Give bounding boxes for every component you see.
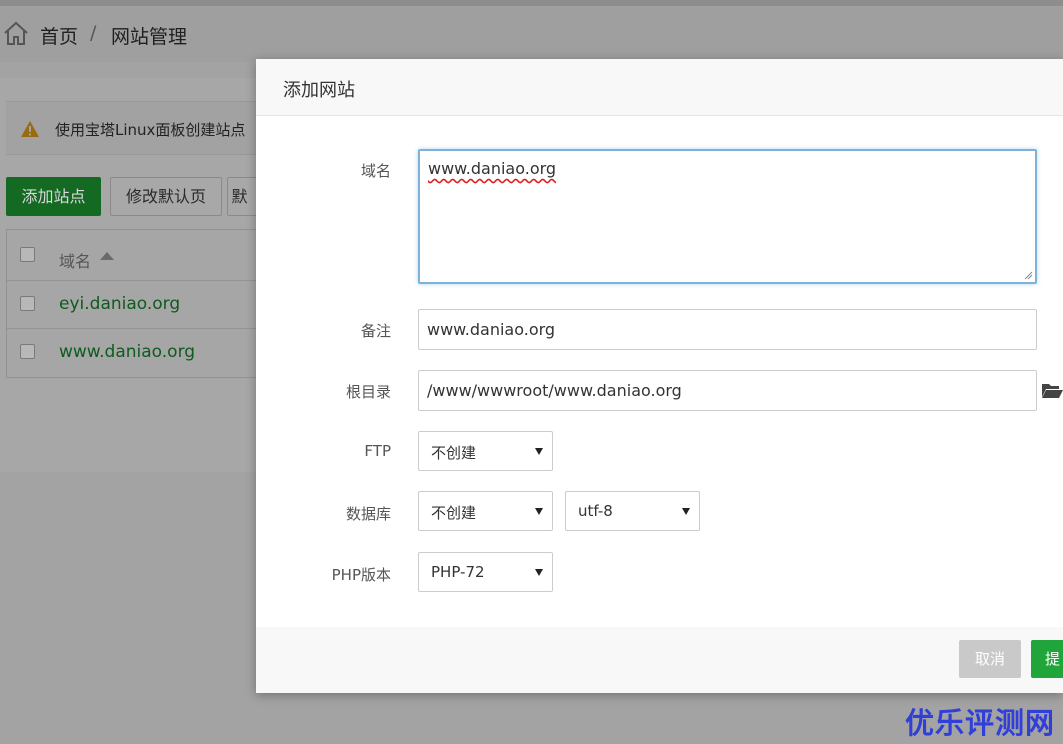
charset-select-value: utf-8: [578, 502, 613, 520]
folder-open-icon[interactable]: [1041, 381, 1063, 399]
dialog-title: 添加网站: [283, 80, 355, 101]
dialog-footer: [256, 627, 1063, 693]
default-site-button[interactable]: 默: [227, 177, 258, 216]
table-header-row: 域名: [7, 230, 261, 280]
watermark-text: 优乐评测网: [905, 706, 1056, 740]
chevron-down-icon: [682, 508, 690, 515]
table-row: www.daniao.org: [7, 328, 261, 377]
home-icon[interactable]: [3, 20, 29, 46]
row-checkbox[interactable]: [20, 344, 35, 359]
table-row: eyi.daniao.org: [7, 280, 261, 328]
sort-asc-icon[interactable]: [100, 252, 114, 260]
add-site-dialog: 添加网站 域名 www.daniao.org 备注 www.daniao.org…: [256, 59, 1063, 693]
domain-textarea-value: www.daniao.org: [428, 159, 557, 178]
site-table: 域名 eyi.daniao.org www.daniao.org: [6, 229, 262, 378]
chevron-down-icon: [535, 448, 543, 455]
root-dir-input[interactable]: /www/wwwroot/www.daniao.org: [418, 370, 1037, 411]
select-all-checkbox[interactable]: [20, 247, 35, 262]
php-version-label: PHP版本: [331, 566, 391, 584]
remark-input[interactable]: www.daniao.org: [418, 309, 1037, 350]
php-version-select[interactable]: PHP-72: [418, 552, 553, 592]
breadcrumb-home[interactable]: 首页: [40, 22, 78, 49]
database-label: 数据库: [345, 505, 391, 523]
breadcrumb-separator: /: [90, 22, 97, 44]
ftp-select[interactable]: 不创建: [418, 431, 553, 471]
add-site-button[interactable]: 添加站点: [6, 177, 101, 216]
domain-column-header[interactable]: 域名: [59, 248, 91, 272]
alert-text: 使用宝塔Linux面板创建站点: [55, 121, 246, 139]
site-link[interactable]: www.daniao.org: [59, 342, 195, 362]
warning-icon: [21, 121, 39, 137]
remark-input-value: www.daniao.org: [427, 320, 556, 339]
resize-handle-icon[interactable]: [1024, 271, 1033, 280]
charset-select[interactable]: utf-8: [565, 491, 700, 531]
domain-label: 域名: [360, 162, 391, 180]
database-select[interactable]: 不创建: [418, 491, 553, 531]
database-select-value: 不创建: [431, 504, 477, 522]
php-version-select-value: PHP-72: [431, 563, 485, 581]
row-checkbox[interactable]: [20, 296, 35, 311]
ftp-select-value: 不创建: [431, 444, 477, 462]
chevron-down-icon: [535, 569, 543, 576]
ftp-label: FTP: [364, 442, 391, 460]
root-dir-input-value: /www/wwwroot/www.daniao.org: [427, 381, 682, 400]
domain-textarea[interactable]: www.daniao.org: [418, 149, 1037, 284]
edit-default-page-button[interactable]: 修改默认页: [110, 177, 222, 216]
chevron-down-icon: [535, 508, 543, 515]
site-link[interactable]: eyi.daniao.org: [59, 294, 180, 314]
remark-label: 备注: [360, 322, 391, 340]
submit-button[interactable]: 提: [1031, 640, 1063, 678]
cancel-button[interactable]: 取消: [959, 640, 1021, 678]
root-dir-label: 根目录: [345, 383, 391, 401]
dialog-header: 添加网站: [256, 59, 1063, 116]
breadcrumb-current: 网站管理: [111, 26, 188, 48]
